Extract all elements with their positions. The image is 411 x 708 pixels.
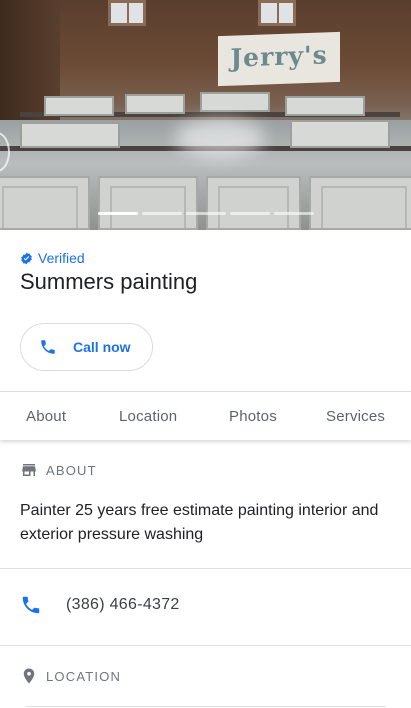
tab-about[interactable]: About (26, 408, 66, 425)
photo-door-panel (200, 92, 270, 112)
photo-window (258, 0, 296, 26)
tab-photos[interactable]: Photos (229, 408, 277, 425)
verified-badge-icon (21, 252, 32, 264)
about-section-header: ABOUT (20, 461, 97, 479)
photo-door-panel (290, 120, 390, 148)
verified-badge: Verified (20, 250, 85, 266)
section-tabs: About Location Photos Services (0, 392, 411, 440)
carousel-dot[interactable] (230, 212, 270, 215)
photo-door-panel (44, 96, 114, 116)
location-pin-icon (23, 668, 35, 684)
business-name: Summers painting (20, 269, 198, 294)
photo-cabinet-door (98, 176, 198, 230)
divider (0, 645, 411, 646)
photo-cabinet-door (0, 176, 90, 230)
carousel-indicator (98, 212, 314, 215)
location-section-header: LOCATION (20, 667, 121, 685)
carousel-dot[interactable] (98, 212, 138, 215)
photo-cabinet-door (309, 176, 411, 230)
call-now-button[interactable]: Call now (20, 323, 153, 371)
photo-window (108, 0, 146, 26)
phone-number: (386) 466-4372 (66, 596, 180, 613)
tab-services[interactable]: Services (326, 408, 385, 425)
photo-light-glare (175, 118, 265, 158)
photo-cabinet-door (206, 176, 301, 230)
phone-row[interactable]: (386) 466-4372 (20, 594, 180, 616)
divider (0, 568, 411, 569)
photo-door-panel (285, 96, 365, 116)
carousel-dot[interactable] (274, 212, 314, 215)
phone-icon (41, 340, 55, 354)
location-heading: LOCATION (46, 668, 122, 684)
photo-door-panel (20, 122, 120, 148)
about-heading: ABOUT (46, 462, 97, 478)
photo-door-panel (125, 94, 185, 114)
phone-icon (22, 596, 40, 614)
carousel-dot[interactable] (142, 212, 182, 215)
about-description: Painter 25 years free estimate painting … (20, 502, 379, 543)
storefront-icon (22, 464, 36, 476)
carousel-dot[interactable] (186, 212, 226, 215)
verified-label: Verified (38, 250, 85, 266)
call-now-label: Call now (73, 339, 131, 355)
tab-location[interactable]: Location (119, 408, 177, 425)
hero-photo-carousel[interactable]: Jerry's (0, 0, 411, 230)
divider (26, 706, 386, 707)
photo-sign: Jerry's (218, 31, 340, 87)
